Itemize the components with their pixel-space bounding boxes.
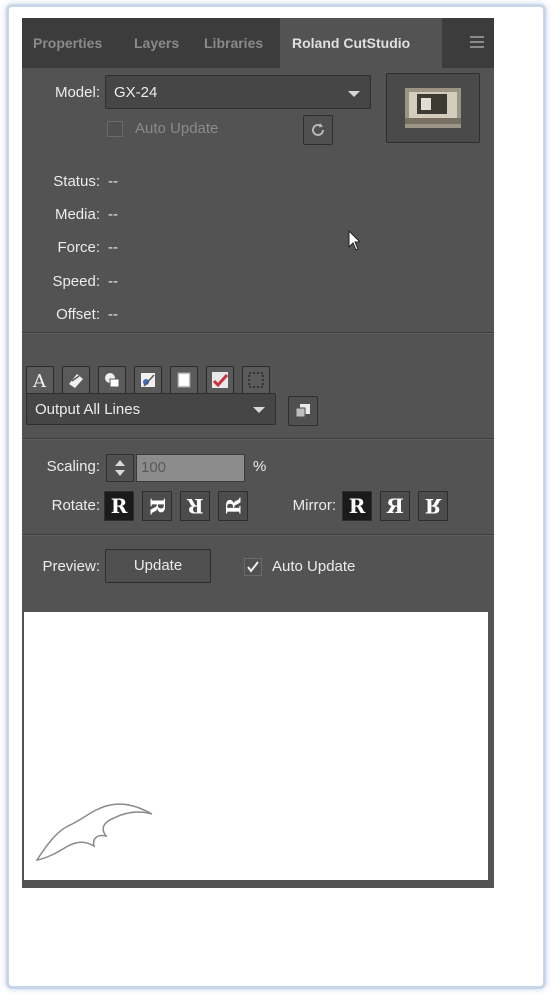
panel-menu-icon[interactable] bbox=[470, 36, 484, 48]
chevron-down-icon bbox=[253, 407, 265, 413]
duplicate-icon bbox=[295, 404, 310, 418]
bird-outline-icon bbox=[35, 803, 153, 862]
page-tool-button[interactable] bbox=[170, 366, 198, 394]
section-divider bbox=[22, 534, 494, 536]
rotate-180-button[interactable]: R bbox=[180, 491, 210, 521]
eraser-icon bbox=[69, 374, 83, 388]
check-tool-button[interactable] bbox=[206, 366, 234, 394]
auto-update-label: Auto Update bbox=[135, 120, 219, 137]
output-value: Output All Lines bbox=[35, 401, 141, 418]
tab-layers[interactable]: Layers bbox=[134, 18, 179, 68]
scaling-label: Scaling: bbox=[46, 458, 100, 475]
checkmark-icon bbox=[247, 561, 259, 573]
status-label: Status: bbox=[53, 173, 100, 190]
rotate-90-button[interactable]: R bbox=[142, 491, 172, 521]
update-preview-button[interactable]: Update bbox=[105, 549, 211, 583]
preview-canvas bbox=[24, 612, 488, 880]
preview-auto-update-checkbox[interactable] bbox=[244, 558, 262, 576]
mouse-cursor-icon bbox=[348, 230, 360, 251]
mirror-label: Mirror: bbox=[292, 497, 336, 514]
mirror-horizontal-button[interactable]: Я bbox=[380, 491, 410, 521]
force-label: Force: bbox=[57, 239, 100, 256]
refresh-button[interactable] bbox=[303, 115, 333, 145]
speed-label: Speed: bbox=[52, 273, 100, 290]
model-value: GX-24 bbox=[114, 84, 158, 101]
copy-settings-button[interactable] bbox=[288, 396, 318, 426]
auto-update-checkbox[interactable] bbox=[107, 121, 123, 137]
speed-value: -- bbox=[108, 273, 118, 290]
offset-value: -- bbox=[108, 306, 118, 323]
trace-icon bbox=[141, 373, 155, 387]
cutter-device-icon bbox=[405, 88, 461, 128]
marquee-icon bbox=[248, 372, 264, 388]
tab-properties[interactable]: Properties bbox=[33, 18, 102, 68]
text-icon: A bbox=[32, 371, 47, 390]
media-value: -- bbox=[108, 206, 118, 223]
svg-text:A: A bbox=[32, 371, 47, 390]
scaling-unit: % bbox=[253, 458, 267, 475]
output-dropdown[interactable]: Output All Lines bbox=[26, 393, 276, 425]
eraser-tool-button[interactable] bbox=[62, 366, 90, 394]
checkmark-icon bbox=[212, 372, 229, 388]
force-value: -- bbox=[108, 239, 118, 256]
mirror-none-button[interactable]: R bbox=[342, 491, 372, 521]
device-image-button[interactable] bbox=[386, 73, 480, 143]
model-label: Model: bbox=[54, 84, 100, 101]
text-tool-button[interactable]: A bbox=[26, 366, 54, 394]
offset-label: Offset: bbox=[56, 306, 100, 323]
tab-roland-cutstudio[interactable]: Roland CutStudio bbox=[280, 18, 442, 68]
status-value: -- bbox=[108, 173, 118, 190]
scaling-input[interactable]: 100 bbox=[136, 454, 245, 482]
preview-label: Preview: bbox=[42, 558, 100, 575]
section-divider bbox=[22, 332, 494, 334]
shapes-tool-button[interactable] bbox=[98, 366, 126, 394]
chevron-down-icon bbox=[348, 91, 360, 97]
preview-auto-update-label: Auto Update bbox=[272, 558, 356, 575]
tab-bar: Properties Layers Libraries Roland CutSt… bbox=[22, 18, 494, 68]
shapes-icon bbox=[105, 373, 120, 388]
model-dropdown[interactable]: GX-24 bbox=[105, 75, 371, 109]
rotate-label: Rotate: bbox=[51, 497, 100, 514]
rotate-270-button[interactable]: R bbox=[218, 491, 248, 521]
page-icon bbox=[177, 372, 191, 388]
marquee-tool-button[interactable] bbox=[242, 366, 270, 394]
tab-libraries[interactable]: Libraries bbox=[204, 18, 263, 68]
mirror-vertical-button[interactable]: R bbox=[418, 491, 448, 521]
rotate-0-button[interactable]: R bbox=[104, 491, 134, 521]
trace-tool-button[interactable] bbox=[134, 366, 162, 394]
refresh-icon bbox=[312, 123, 324, 136]
stepper-arrows-icon bbox=[115, 460, 125, 476]
section-divider bbox=[22, 438, 494, 440]
scaling-stepper[interactable] bbox=[106, 454, 134, 482]
media-label: Media: bbox=[54, 206, 100, 223]
